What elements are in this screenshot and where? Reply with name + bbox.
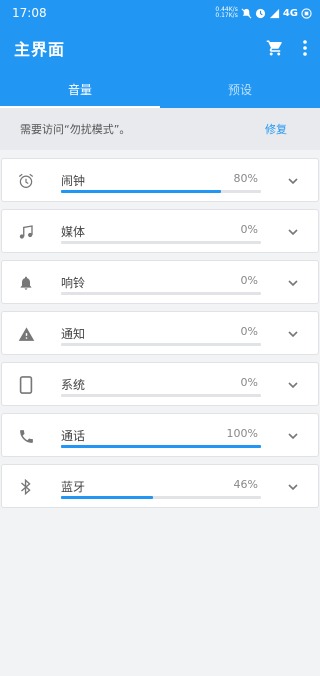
volume-row-ringer: 响铃 0% bbox=[1, 260, 319, 304]
channel-percent: 0% bbox=[240, 376, 258, 389]
channel-percent: 0% bbox=[240, 274, 258, 287]
volume-row-system: 系统 0% bbox=[1, 362, 319, 406]
tab-presets[interactable]: 预设 bbox=[160, 70, 320, 108]
volume-row-notification: 通知 0% bbox=[1, 311, 319, 355]
clock-icon bbox=[255, 8, 265, 18]
dnd-permission-notice: 需要访问“勿扰模式”。 修复 bbox=[0, 108, 320, 150]
channel-percent: 46% bbox=[233, 478, 258, 491]
more-vert-icon[interactable] bbox=[302, 39, 308, 57]
chevron-down-icon[interactable] bbox=[286, 276, 300, 290]
fix-button[interactable]: 修复 bbox=[265, 121, 287, 137]
channel-label: 媒体 bbox=[61, 225, 86, 239]
net-down-speed: 0.17K/s bbox=[215, 12, 238, 19]
warning-icon bbox=[16, 324, 36, 344]
signal-icon bbox=[269, 8, 279, 18]
channel-label: 闹钟 bbox=[61, 174, 86, 188]
page-title: 主界面 bbox=[14, 40, 66, 59]
network-speed: 0.44K/s 0.17K/s bbox=[215, 7, 237, 19]
volume-row-media: 媒体 0% bbox=[1, 209, 319, 253]
alarm-icon bbox=[16, 171, 36, 191]
channel-percent: 0% bbox=[240, 325, 258, 338]
chevron-down-icon[interactable] bbox=[286, 480, 300, 494]
volume-slider[interactable] bbox=[61, 241, 261, 244]
volume-slider[interactable] bbox=[61, 496, 261, 499]
channel-percent: 100% bbox=[226, 427, 258, 440]
status-bar: 17:08 0.44K/s 0.17K/s 4G bbox=[0, 0, 320, 26]
volume-row-alarm: 闹钟 80% bbox=[1, 158, 319, 202]
call-icon bbox=[16, 426, 36, 446]
music-note-icon bbox=[16, 222, 36, 242]
chevron-down-icon[interactable] bbox=[286, 378, 300, 392]
battery-icon bbox=[301, 7, 312, 19]
channel-percent: 0% bbox=[240, 223, 258, 236]
volume-slider[interactable] bbox=[61, 190, 261, 193]
chevron-down-icon[interactable] bbox=[286, 225, 300, 239]
bell-icon bbox=[16, 273, 36, 293]
bluetooth-icon bbox=[16, 477, 36, 497]
phone-device-icon bbox=[16, 375, 36, 395]
channel-label: 系统 bbox=[61, 378, 86, 392]
volume-slider-fill bbox=[61, 496, 153, 499]
mute-icon bbox=[241, 8, 252, 18]
volume-slider[interactable] bbox=[61, 343, 261, 346]
channel-label: 响铃 bbox=[61, 276, 86, 290]
tab-bar: 音量 预设 bbox=[0, 70, 320, 108]
volume-slider-fill bbox=[61, 445, 261, 448]
chevron-down-icon[interactable] bbox=[286, 327, 300, 341]
volume-slider[interactable] bbox=[61, 445, 261, 448]
channel-label: 蓝牙 bbox=[61, 480, 86, 494]
chevron-down-icon[interactable] bbox=[286, 174, 300, 188]
volume-slider[interactable] bbox=[61, 394, 261, 397]
volume-slider[interactable] bbox=[61, 292, 261, 295]
volume-slider-fill bbox=[61, 190, 221, 193]
channel-label: 通知 bbox=[61, 327, 86, 341]
chevron-down-icon[interactable] bbox=[286, 429, 300, 443]
volume-row-call: 通话 100% bbox=[1, 413, 319, 457]
network-type: 4G bbox=[282, 7, 298, 19]
notice-text: 需要访问“勿扰模式”。 bbox=[20, 123, 131, 136]
cart-icon[interactable] bbox=[266, 39, 284, 57]
status-icons: 0.44K/s 0.17K/s 4G bbox=[215, 7, 312, 19]
tab-volume[interactable]: 音量 bbox=[0, 70, 160, 108]
volume-row-bluetooth: 蓝牙 46% bbox=[1, 464, 319, 508]
status-time: 17:08 bbox=[12, 6, 47, 20]
channel-label: 通话 bbox=[61, 429, 86, 443]
channel-percent: 80% bbox=[233, 172, 258, 185]
app-bar: 主界面 bbox=[0, 26, 320, 70]
